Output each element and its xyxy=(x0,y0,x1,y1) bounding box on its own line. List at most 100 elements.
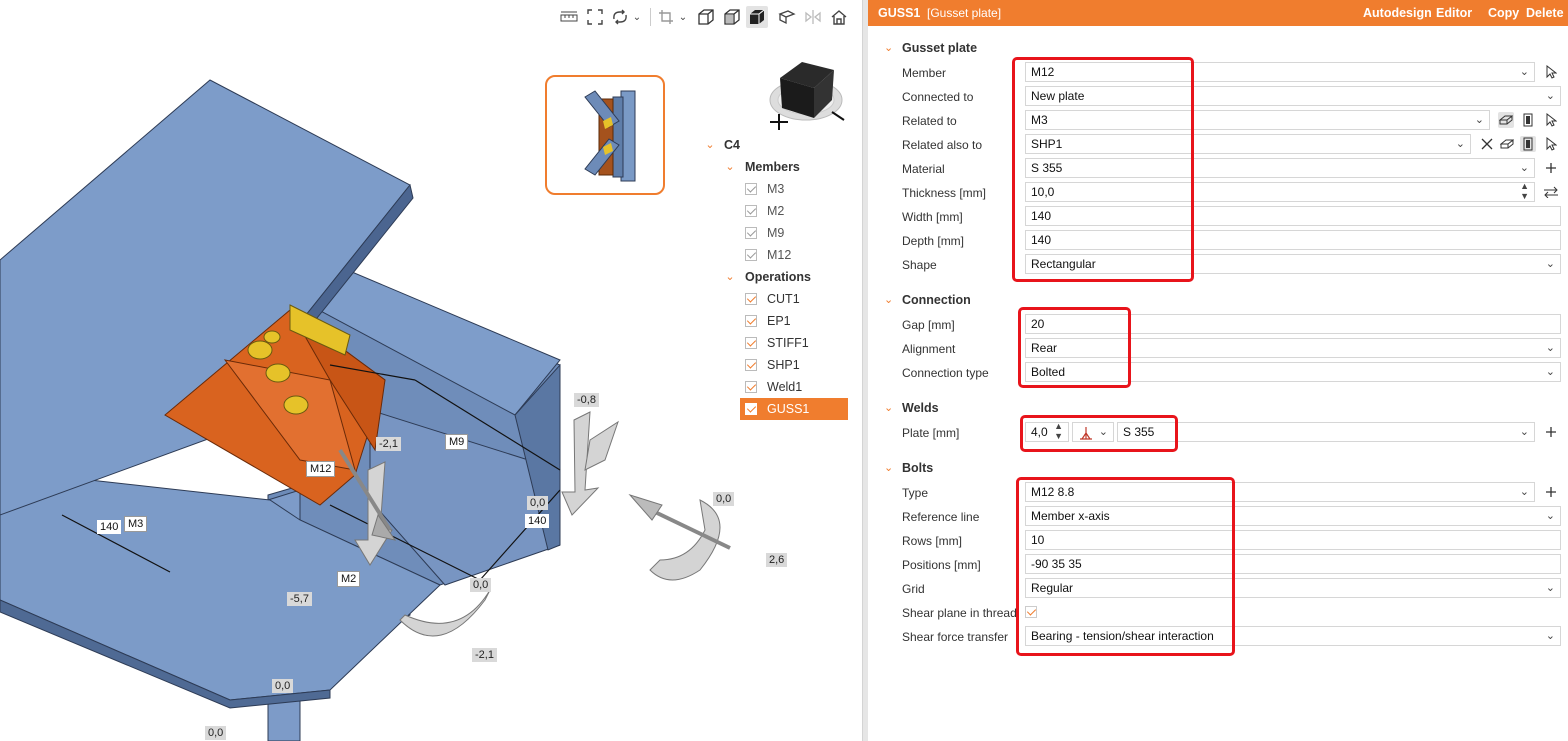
plate-icon[interactable] xyxy=(1498,112,1514,128)
chevron-down-icon[interactable]: ⌄ xyxy=(884,293,893,306)
tree-group-operations[interactable]: ⌄ Operations xyxy=(700,266,850,288)
fit-icon[interactable] xyxy=(584,6,606,28)
plate-icon[interactable] xyxy=(1499,136,1515,152)
member-select[interactable]: M12 ⌄ xyxy=(1025,62,1535,82)
weld-size-input[interactable]: 4,0 ▲ ▼ xyxy=(1025,422,1069,442)
checkbox[interactable] xyxy=(745,359,757,371)
load-value-label: 0,0 xyxy=(272,679,294,693)
add-icon[interactable] xyxy=(1543,484,1559,500)
checkbox[interactable] xyxy=(745,249,757,261)
member-label-m12[interactable]: M12 xyxy=(306,461,336,477)
checkbox[interactable] xyxy=(745,315,757,327)
checkbox[interactable] xyxy=(745,337,757,349)
related-also-to-select[interactable]: SHP1 ⌄ xyxy=(1025,134,1471,154)
copy-button[interactable]: Copy xyxy=(1488,6,1519,20)
shear-force-select[interactable]: Bearing - tension/shear interaction ⌄ xyxy=(1025,626,1561,646)
connection-preview-thumbnail[interactable] xyxy=(545,75,665,195)
reference-line-select[interactable]: Member x-axis ⌄ xyxy=(1025,506,1561,526)
width-input[interactable]: 140 xyxy=(1025,206,1561,226)
member-icon[interactable] xyxy=(1520,136,1536,152)
related-to-select[interactable]: M3 ⌄ xyxy=(1025,110,1490,130)
tree-item-operation-selected[interactable]: GUSS1 xyxy=(740,398,848,420)
weld-material-select[interactable]: S 355 ⌄ xyxy=(1117,422,1535,442)
measure-icon[interactable] xyxy=(558,6,580,28)
prop-row-rows: Rows [mm] 10 xyxy=(868,528,1568,552)
3d-viewport[interactable]: 140 M3 M9 M12 M2 140 -0,8 -2,1 0,0 0,0 2… xyxy=(0,0,862,741)
thickness-input[interactable]: 10,0 ▲ ▼ xyxy=(1025,182,1535,202)
section-welds[interactable]: ⌄ Welds xyxy=(868,397,1568,419)
connected-to-select[interactable]: New plate ⌄ xyxy=(1025,86,1561,106)
mirror-icon[interactable] xyxy=(802,6,824,28)
model-tree: ⌄ C4 ⌄ Members M3 M2 M9 M12 ⌄ Operations… xyxy=(700,134,850,420)
checkbox[interactable] xyxy=(745,381,757,393)
tree-group-members[interactable]: ⌄ Members xyxy=(700,156,850,178)
tree-root-node[interactable]: ⌄ C4 xyxy=(700,134,850,156)
chevron-down-icon[interactable]: ⌄ xyxy=(884,41,893,54)
add-icon[interactable] xyxy=(1543,424,1559,440)
pick-cursor-icon[interactable] xyxy=(1543,112,1559,128)
clear-icon[interactable] xyxy=(1479,136,1495,152)
prop-row-thickness: Thickness [mm] 10,0 ▲ ▼ xyxy=(868,180,1568,204)
checkbox[interactable] xyxy=(745,227,757,239)
chevron-down-icon[interactable]: ⌄ xyxy=(884,461,893,474)
home-icon[interactable] xyxy=(828,6,850,28)
bolt-type-select[interactable]: M12 8.8 ⌄ xyxy=(1025,482,1535,502)
rotate-icon[interactable] xyxy=(609,6,631,28)
editor-button[interactable]: Editor xyxy=(1436,6,1472,20)
weld-type-select[interactable]: ⌄ xyxy=(1072,422,1114,442)
section-bolts[interactable]: ⌄ Bolts xyxy=(868,457,1568,479)
chevron-down-icon: ⌄ xyxy=(1545,342,1555,354)
wireframe-icon[interactable] xyxy=(695,6,717,28)
autodesign-button[interactable]: Autodesign xyxy=(1363,6,1432,20)
depth-input[interactable]: 140 xyxy=(1025,230,1561,250)
panel-header: GUSS1 [Gusset plate] Autodesign Editor C… xyxy=(868,0,1568,26)
checkbox[interactable] xyxy=(745,293,757,305)
tree-item-member[interactable]: M12 xyxy=(700,244,850,266)
pick-cursor-icon[interactable] xyxy=(1543,136,1559,152)
connection-type-select[interactable]: Bolted ⌄ xyxy=(1025,362,1561,382)
tree-item-member[interactable]: M2 xyxy=(700,200,850,222)
crop-icon[interactable] xyxy=(655,6,677,28)
add-icon[interactable] xyxy=(1543,160,1559,176)
member-label-m3[interactable]: M3 xyxy=(124,516,148,532)
chevron-down-icon: ⌄ xyxy=(1545,582,1555,594)
alignment-select[interactable]: Rear ⌄ xyxy=(1025,338,1561,358)
tree-item-operation[interactable]: Weld1 xyxy=(700,376,850,398)
rows-input[interactable]: 10 xyxy=(1025,530,1561,550)
checkbox[interactable] xyxy=(745,183,757,195)
prop-row-related-also-to: Related also to SHP1 ⌄ xyxy=(868,132,1568,156)
load-value-label: 0,0 xyxy=(713,492,735,506)
member-label-m2[interactable]: M2 xyxy=(337,571,361,587)
swap-icon[interactable] xyxy=(1543,184,1559,200)
shear-plane-checkbox[interactable] xyxy=(1025,606,1037,618)
tree-item-operation[interactable]: SHP1 xyxy=(700,354,850,376)
tree-item-operation[interactable]: CUT1 xyxy=(700,288,850,310)
tree-item-member[interactable]: M3 xyxy=(700,178,850,200)
member-label-m9[interactable]: M9 xyxy=(445,434,469,450)
shape-select[interactable]: Rectangular ⌄ xyxy=(1025,254,1561,274)
panel-title: GUSS1 xyxy=(878,6,921,20)
chevron-down-icon[interactable]: ⌄ xyxy=(884,401,893,414)
tree-item-member[interactable]: M9 xyxy=(700,222,850,244)
solid-icon[interactable] xyxy=(746,6,768,28)
grid-select[interactable]: Regular ⌄ xyxy=(1025,578,1561,598)
navigation-cube[interactable] xyxy=(766,56,848,134)
delete-button[interactable]: Delete xyxy=(1526,6,1564,20)
material-select[interactable]: S 355 ⌄ xyxy=(1025,158,1535,178)
pick-cursor-icon[interactable] xyxy=(1543,64,1559,80)
section-icon[interactable] xyxy=(776,6,798,28)
transparent-icon[interactable] xyxy=(721,6,743,28)
member-icon[interactable] xyxy=(1520,112,1536,128)
gap-input[interactable]: 20 xyxy=(1025,314,1561,334)
prop-row-bolt-type: Type M12 8.8 ⌄ xyxy=(868,480,1568,504)
chevron-down-icon: ⌄ xyxy=(1098,426,1108,438)
chevron-down-icon[interactable]: ⌄ xyxy=(676,6,690,28)
chevron-down-icon[interactable]: ⌄ xyxy=(630,6,644,28)
section-gusset-plate[interactable]: ⌄ Gusset plate xyxy=(868,37,1568,59)
tree-item-operation[interactable]: STIFF1 xyxy=(700,332,850,354)
checkbox[interactable] xyxy=(745,403,757,415)
section-connection[interactable]: ⌄ Connection xyxy=(868,289,1568,311)
tree-item-operation[interactable]: EP1 xyxy=(700,310,850,332)
positions-input[interactable]: -90 35 35 xyxy=(1025,554,1561,574)
checkbox[interactable] xyxy=(745,205,757,217)
